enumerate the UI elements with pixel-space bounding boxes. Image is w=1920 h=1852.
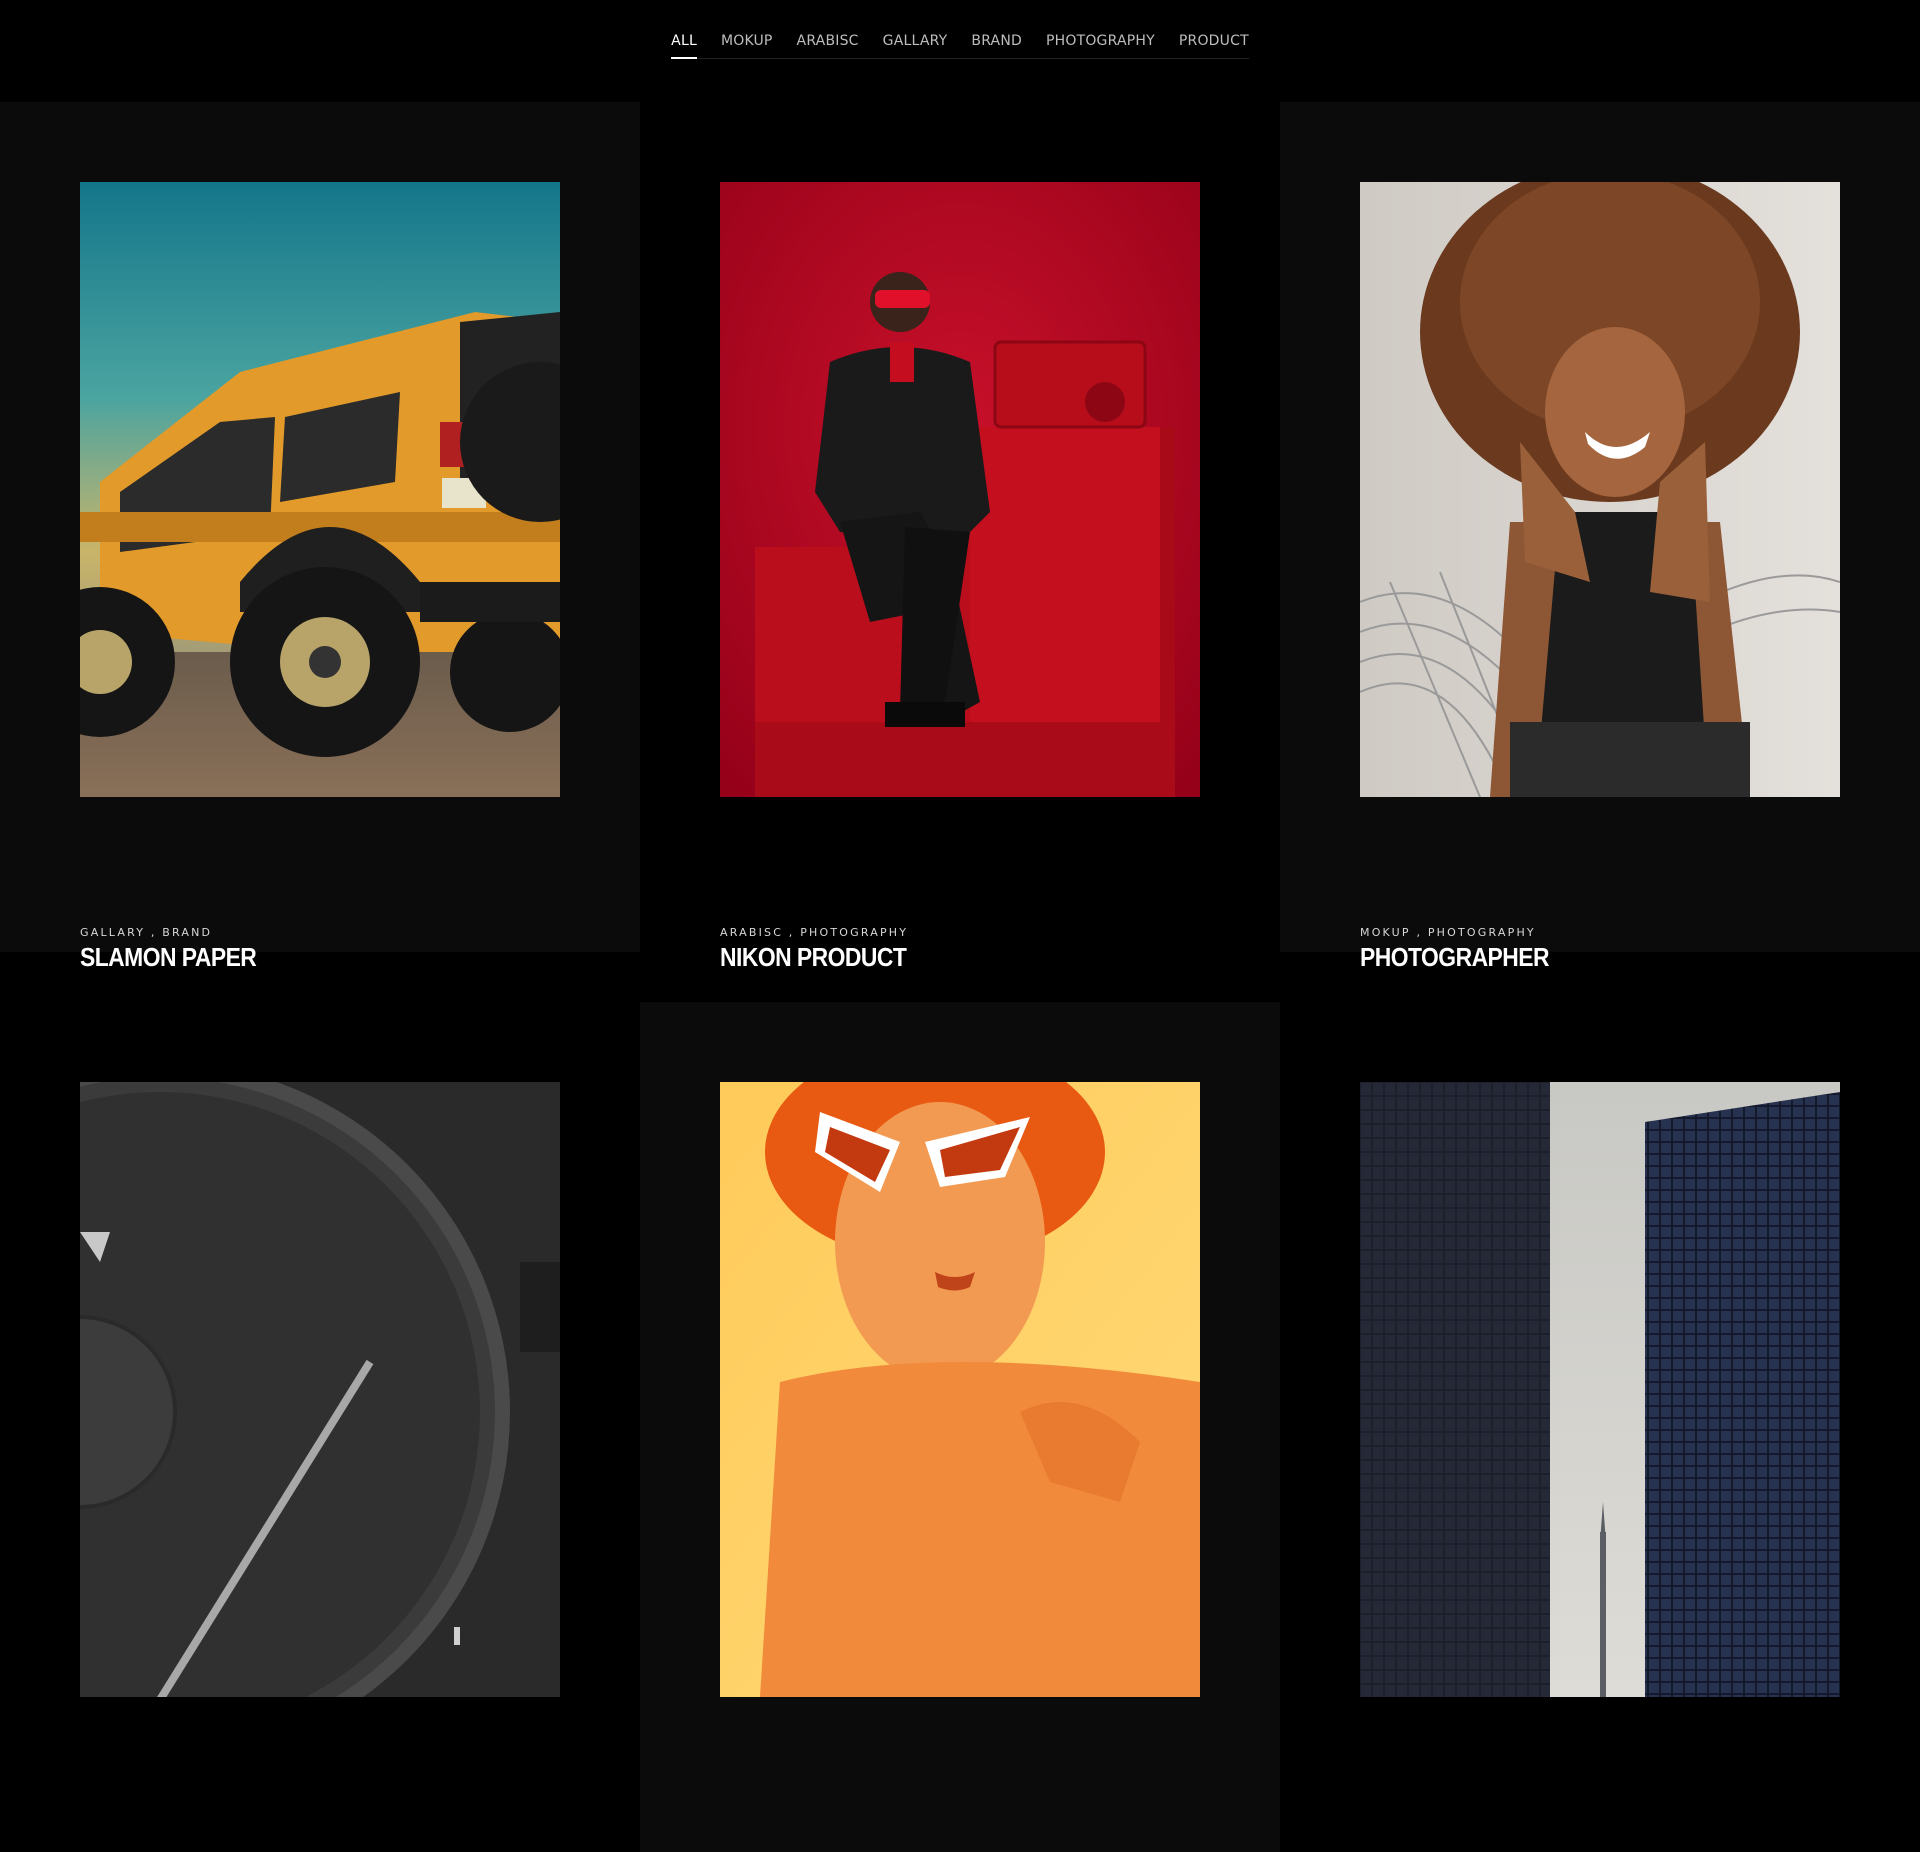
- woman-sunglasses-orange-image: [720, 1082, 1200, 1697]
- filter-photography[interactable]: PHOTOGRAPHY: [1034, 30, 1167, 58]
- man-red-background-photo[interactable]: [720, 182, 1200, 797]
- card-title[interactable]: SLAMON PAPER: [80, 942, 257, 973]
- filter-gallary[interactable]: GALLARY: [871, 30, 960, 58]
- portfolio-card[interactable]: [0, 1002, 640, 1852]
- portfolio-card[interactable]: MOKUP , PHOTOGRAPHY PHOTOGRAPHER: [1280, 102, 1920, 972]
- card-categories: GALLARY , BRAND: [80, 926, 213, 939]
- filter-mokup[interactable]: MOKUP: [709, 30, 785, 58]
- portfolio-card[interactable]: ARABISC , PHOTOGRAPHY NIKON PRODUCT: [640, 102, 1280, 972]
- filter-product[interactable]: PRODUCT: [1167, 30, 1249, 58]
- watch-closeup-image: [80, 1082, 560, 1697]
- woman-sunglasses-orange-photo[interactable]: [720, 1082, 1200, 1697]
- card-title[interactable]: PHOTOGRAPHER: [1360, 942, 1550, 973]
- smiling-woman-image: [1360, 182, 1840, 797]
- portfolio-card[interactable]: GALLARY , BRAND SLAMON PAPER: [0, 102, 640, 972]
- filter-all[interactable]: ALL: [671, 30, 709, 59]
- card-categories: ARABISC , PHOTOGRAPHY: [720, 926, 909, 939]
- yellow-jeep-photo[interactable]: [80, 182, 560, 797]
- portfolio-filter-nav: ALL MOKUP ARABISC GALLARY BRAND PHOTOGRA…: [0, 0, 1920, 102]
- portfolio-card[interactable]: [640, 1002, 1280, 1852]
- filter-brand[interactable]: BRAND: [959, 30, 1034, 58]
- skyscrapers-image: [1360, 1082, 1840, 1697]
- filter-arabisc[interactable]: ARABISC: [785, 30, 871, 58]
- card-categories: MOKUP , PHOTOGRAPHY: [1360, 926, 1536, 939]
- smiling-woman-photo[interactable]: [1360, 182, 1840, 797]
- watch-closeup-photo[interactable]: [80, 1082, 560, 1697]
- yellow-jeep-image: [80, 182, 560, 797]
- skyscrapers-photo[interactable]: [1360, 1082, 1840, 1697]
- card-title[interactable]: NIKON PRODUCT: [720, 942, 907, 973]
- man-red-background-image: [720, 182, 1200, 797]
- portfolio-card[interactable]: [1280, 1002, 1920, 1852]
- filter-list: ALL MOKUP ARABISC GALLARY BRAND PHOTOGRA…: [671, 30, 1249, 59]
